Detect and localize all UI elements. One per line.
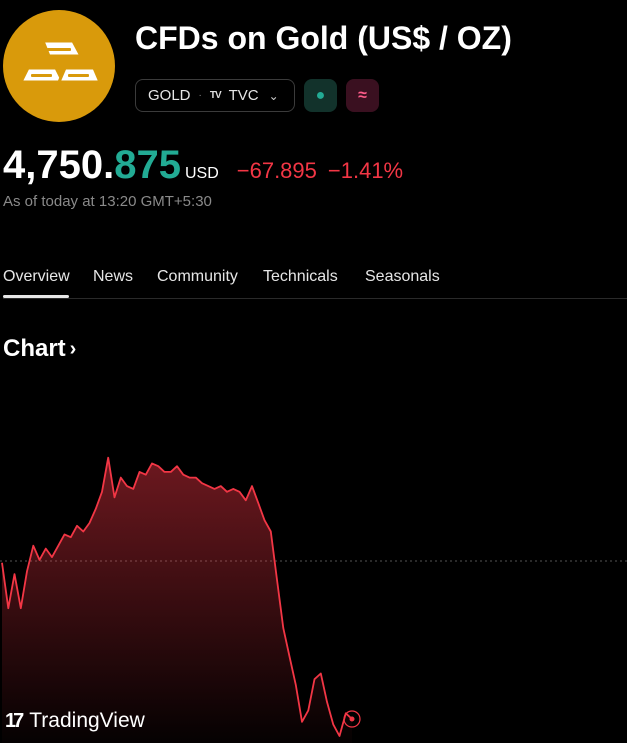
separator: ·	[198, 90, 202, 101]
tab-seasonals[interactable]: Seasonals	[365, 268, 440, 286]
tradingview-wordmark: TradingView	[29, 709, 145, 732]
price-integer: 4,750.	[3, 143, 115, 187]
chevron-right-icon: ›	[69, 337, 77, 360]
chart-link[interactable]: Chart ›	[3, 335, 76, 363]
currency-label: USD	[184, 165, 219, 182]
tab-technicals[interactable]: Technicals	[263, 268, 338, 286]
chevron-down-icon: ⌄	[268, 88, 279, 103]
price-row: 4,750. 875 USD −67.895 −1.41%	[3, 143, 414, 188]
tradingview-mini-icon: TV	[209, 90, 222, 101]
symbol-label: GOLD	[148, 87, 191, 104]
price-area-fill	[2, 457, 352, 743]
tradingview-icon: 17	[5, 709, 24, 732]
quote-timestamp: As of today at 13:20 GMT+5:30	[3, 193, 212, 210]
last-price-dot	[349, 716, 355, 722]
price-chart[interactable]	[0, 440, 627, 743]
price-decimals: 875	[114, 143, 181, 187]
chart-heading-label: Chart	[3, 335, 66, 362]
section-tabs: Overview News Community Technicals Seaso…	[3, 268, 627, 299]
market-open-dot-icon[interactable]: ●	[304, 79, 337, 112]
tab-news[interactable]: News	[93, 268, 133, 286]
page-title: CFDs on Gold (US$ / OZ)	[135, 20, 512, 56]
tab-community[interactable]: Community	[157, 268, 238, 286]
price-change: −67.895	[236, 158, 317, 183]
delayed-data-icon[interactable]: ≈	[346, 79, 379, 112]
price-change-percent: −1.41%	[327, 158, 404, 183]
tab-overview[interactable]: Overview	[3, 268, 70, 286]
exchange-label: TVC	[228, 87, 259, 104]
gold-bars-icon	[3, 10, 115, 122]
tradingview-logo[interactable]: 17 TradingView	[5, 709, 145, 733]
symbol-badges: GOLD · TV TVC ⌄ ● ≈	[135, 79, 379, 112]
active-tab-indicator	[3, 295, 69, 298]
exchange-selector[interactable]: GOLD · TV TVC ⌄	[135, 79, 295, 112]
